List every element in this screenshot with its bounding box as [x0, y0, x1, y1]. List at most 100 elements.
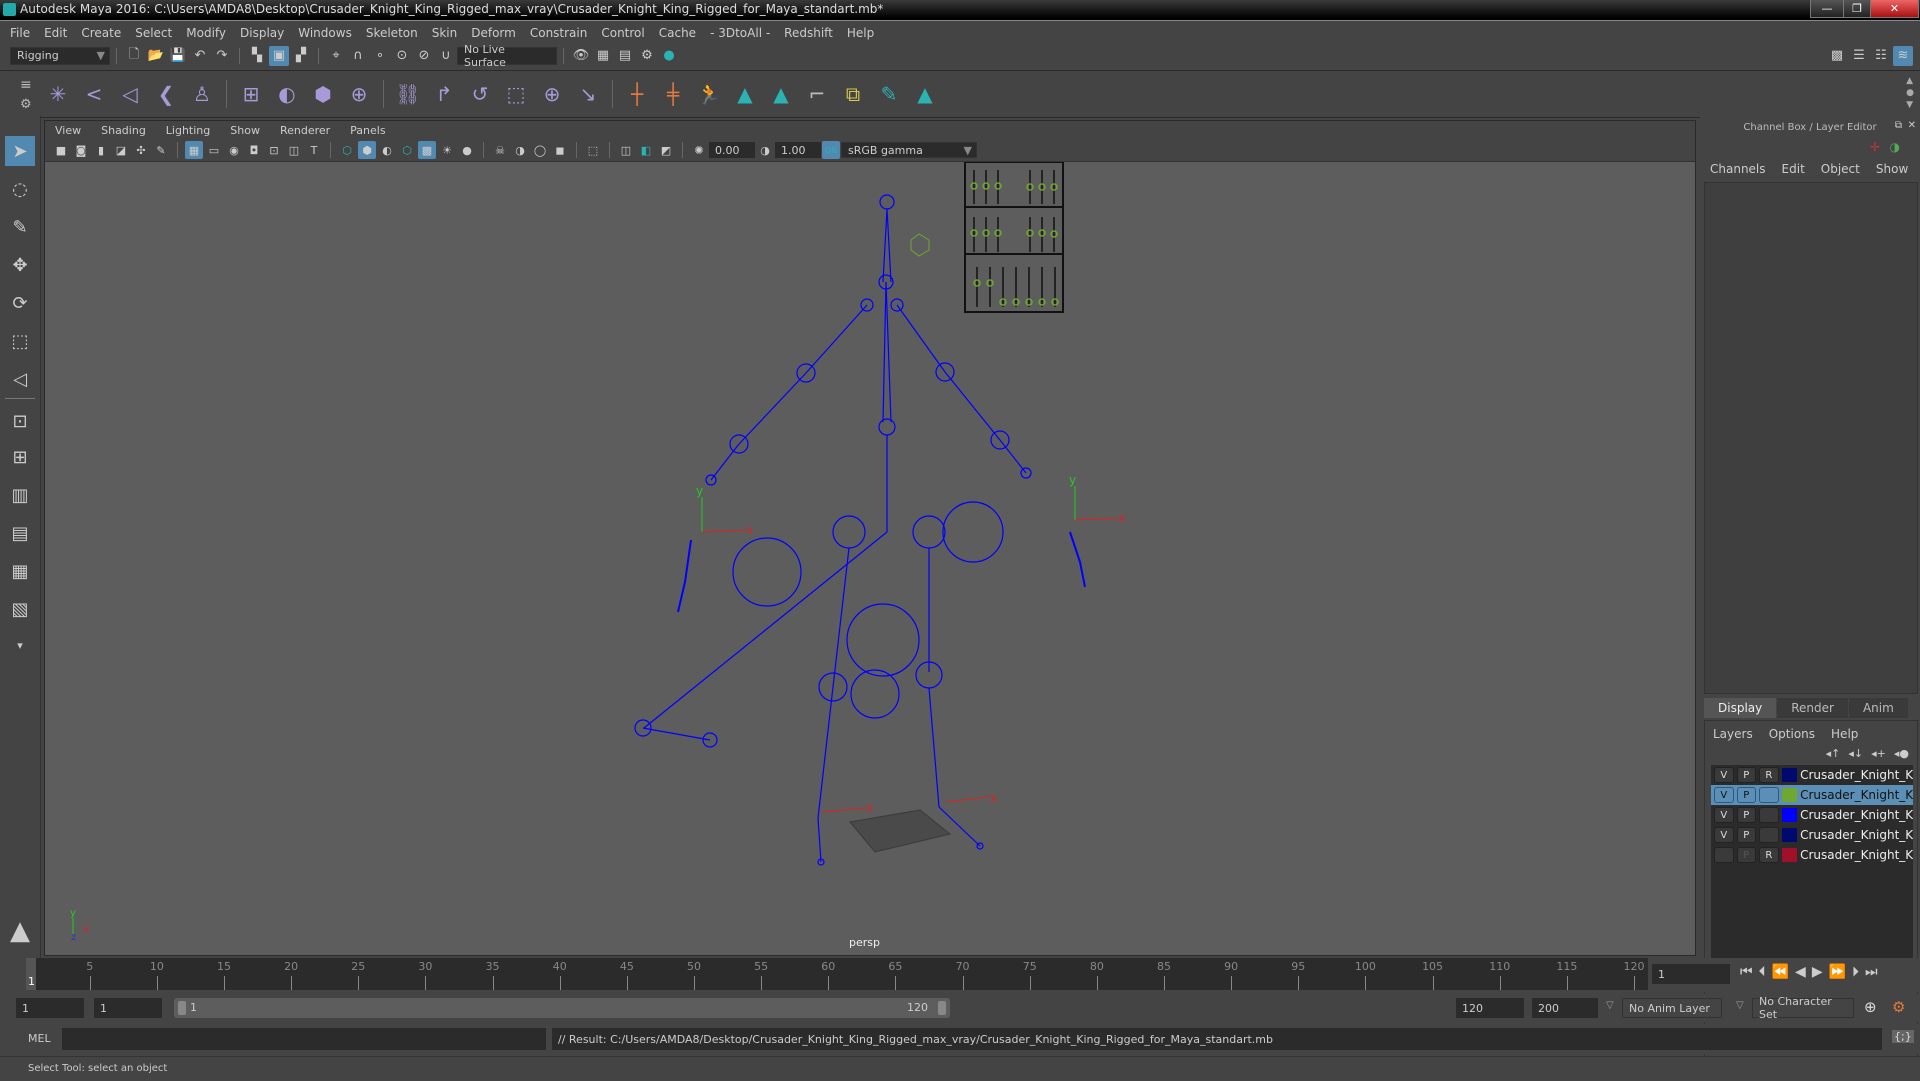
time-ruler[interactable]: 1 5 10 15 20 25 30 35 40 45 50 55 60 65 70 75 80 85 90 95 1…: [26, 958, 1648, 990]
play-forward-icon[interactable]: ▶: [1812, 964, 1823, 980]
shadows-icon[interactable]: ●: [458, 141, 476, 159]
tab-render[interactable]: Render: [1777, 698, 1848, 718]
3d-viewport[interactable]: y x y x x x y xz persp: [45, 162, 1695, 955]
layer-color-swatch[interactable]: [1781, 808, 1798, 822]
move-layer-down-icon[interactable]: ◂↓: [1848, 747, 1863, 760]
layer-playback-toggle[interactable]: P: [1736, 807, 1757, 823]
minimize-button[interactable]: —: [1810, 0, 1844, 18]
snap-view-plane-icon[interactable]: ⊙: [392, 46, 412, 66]
layer-display-type-toggle[interactable]: [1759, 787, 1779, 803]
bind-skin-icon[interactable]: ⊞: [235, 78, 267, 110]
new-scene-icon[interactable]: 🗋: [124, 46, 144, 66]
humanik-icon[interactable]: 🏃: [693, 78, 725, 110]
command-input[interactable]: [62, 1028, 546, 1050]
panel-menu-renderer[interactable]: Renderer: [270, 124, 340, 137]
layer-playback-toggle[interactable]: P: [1736, 827, 1757, 843]
layer-row[interactable]: V P Crusader_Knight_King_: [1711, 805, 1913, 825]
shelf-menu-icon[interactable]: ≡: [20, 77, 32, 93]
select-camera-icon[interactable]: ■: [52, 141, 70, 159]
character-set-chevron-icon[interactable]: ▽: [1736, 1000, 1744, 1011]
save-scene-icon[interactable]: 💾: [168, 46, 188, 66]
layer-playback-toggle[interactable]: P: [1736, 767, 1757, 783]
shelf-settings-icon[interactable]: ⚙: [20, 97, 32, 112]
scale-constraint-icon[interactable]: ⬚: [500, 78, 532, 110]
gamma-field[interactable]: 1.00: [775, 142, 821, 158]
snap-point-icon[interactable]: ∘: [370, 46, 390, 66]
tab-anim[interactable]: Anim: [1848, 698, 1908, 718]
attribute-editor-icon[interactable]: ☰: [1849, 46, 1869, 66]
ik-spline-icon[interactable]: ╪: [657, 78, 689, 110]
menu-file[interactable]: File: [0, 26, 37, 40]
insert-joint-icon[interactable]: <: [78, 78, 110, 110]
panel-menu-view[interactable]: View: [45, 124, 91, 137]
panel-menu-panels[interactable]: Panels: [340, 124, 395, 137]
hand-control[interactable]: [910, 233, 930, 257]
step-forward-key-icon[interactable]: ⏩: [1829, 964, 1846, 980]
grid-icon[interactable]: ▦: [185, 141, 203, 159]
render-view-icon[interactable]: 👁: [571, 46, 591, 66]
layer-name[interactable]: Crusader_Knight_King_: [1800, 768, 1913, 782]
range-slider[interactable]: 1 120: [174, 998, 950, 1018]
xray-joints-icon[interactable]: ◧: [637, 141, 655, 159]
modeling-toolkit-icon[interactable]: ▩: [1827, 46, 1847, 66]
le-menu-help[interactable]: Help: [1831, 727, 1858, 741]
camera-attributes-icon[interactable]: ◙: [72, 141, 90, 159]
motion-blur-icon[interactable]: ◑: [511, 141, 529, 159]
current-frame-field[interactable]: 1: [1652, 964, 1730, 984]
layer-color-swatch[interactable]: [1781, 828, 1798, 842]
anim-layer-dropdown[interactable]: No Anim Layer: [1622, 998, 1722, 1018]
snap-live-icon[interactable]: ⊘: [414, 46, 434, 66]
2d-pan-zoom-icon[interactable]: ✣: [132, 141, 150, 159]
menu-cache[interactable]: Cache: [652, 26, 703, 40]
move-tool-icon[interactable]: ✥: [5, 250, 35, 280]
render-frame-icon[interactable]: ▦: [593, 46, 613, 66]
le-menu-layers[interactable]: Layers: [1713, 727, 1753, 741]
tool-settings-icon[interactable]: ☷: [1871, 46, 1891, 66]
layer-display-type-toggle[interactable]: R: [1759, 847, 1779, 863]
hypershade-persp-layout-icon[interactable]: ▦: [5, 556, 35, 586]
layer-visibility-toggle[interactable]: V: [1714, 807, 1734, 823]
film-gate-icon[interactable]: ▭: [205, 141, 223, 159]
ambient-occlusion-icon[interactable]: ☠: [491, 141, 509, 159]
layer-display-type-toggle[interactable]: R: [1759, 767, 1779, 783]
layer-display-type-toggle[interactable]: [1759, 807, 1779, 823]
playback-start-field[interactable]: 1: [94, 998, 162, 1018]
xray-active-icon[interactable]: ◩: [657, 141, 675, 159]
select-component-icon[interactable]: ▞: [291, 46, 311, 66]
range-start-handle[interactable]: [178, 1001, 186, 1015]
grease-pencil-icon[interactable]: ✎: [152, 141, 170, 159]
menu-skin[interactable]: Skin: [425, 26, 465, 40]
layer-playback-toggle[interactable]: P: [1736, 847, 1757, 863]
move-layer-up-icon[interactable]: ◂↑: [1826, 747, 1841, 760]
menu-display[interactable]: Display: [233, 26, 291, 40]
menu-edit[interactable]: Edit: [37, 26, 74, 40]
step-back-frame-icon[interactable]: ⏴: [1759, 964, 1766, 980]
parent-constraint-icon[interactable]: ⛓: [392, 78, 424, 110]
open-scene-icon[interactable]: 📂: [146, 46, 166, 66]
outliner-persp-layout-icon[interactable]: ▥: [5, 480, 35, 510]
view-transform-dropdown[interactable]: sRGB gamma ▼: [841, 142, 977, 158]
rotate-tool-icon[interactable]: ⟳: [5, 288, 35, 318]
character-set-dropdown[interactable]: No Character Set: [1752, 995, 1854, 1021]
layer-row[interactable]: V P Crusader_Knight_King_: [1711, 785, 1913, 805]
menu-modify[interactable]: Modify: [179, 26, 233, 40]
paint-tool-icon[interactable]: ✎: [873, 78, 905, 110]
anim-layer-chevron-icon[interactable]: ▽: [1606, 1000, 1614, 1011]
command-language-toggle[interactable]: MEL: [28, 1032, 51, 1045]
resolution-gate-icon[interactable]: ◉: [225, 141, 243, 159]
field-chart-icon[interactable]: ⊡: [265, 141, 283, 159]
menuset-dropdown[interactable]: Rigging ▼: [10, 46, 110, 65]
layer-visibility-toggle[interactable]: V: [1714, 827, 1734, 843]
menu-redshift[interactable]: Redshift: [777, 26, 840, 40]
depth-of-field-icon[interactable]: ◼: [551, 141, 569, 159]
animation-preferences-icon[interactable]: ⚙: [1892, 998, 1905, 1016]
textured-icon[interactable]: ▩: [418, 141, 436, 159]
menu-select[interactable]: Select: [128, 26, 179, 40]
menu-skeleton[interactable]: Skeleton: [359, 26, 425, 40]
four-pane-layout-icon[interactable]: ⊞: [5, 442, 35, 472]
new-layer-from-selected-icon[interactable]: ◂●: [1894, 747, 1909, 760]
playback-end-field[interactable]: 120: [1456, 998, 1524, 1018]
channel-box-toggle-icon[interactable]: ≋: [1893, 45, 1913, 66]
cb-menu-channels[interactable]: Channels: [1710, 162, 1766, 176]
layer-row[interactable]: V P R Crusader_Knight_King_: [1711, 765, 1913, 785]
